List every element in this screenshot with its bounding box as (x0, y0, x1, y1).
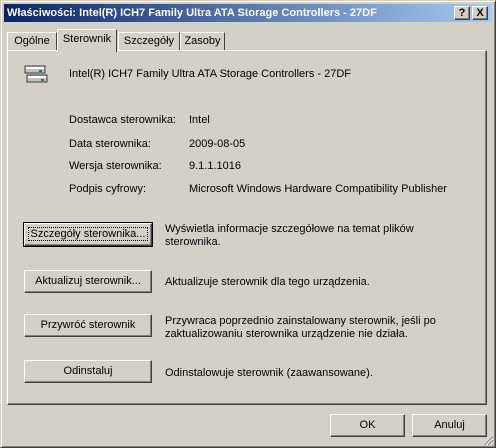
roll-back-driver-description: Przywraca poprzednio zainstalowany stero… (165, 315, 436, 340)
help-button[interactable]: ? (454, 6, 470, 20)
device-name: Intel(R) ICH7 Family Ultra ATA Storage C… (69, 68, 352, 80)
roll-back-driver-button[interactable]: Przywróć sterownik (24, 314, 152, 337)
digital-signer-value: Microsoft Windows Hardware Compatibility… (189, 183, 447, 195)
driver-details-button-label: Szczegóły sterownika... (27, 227, 149, 241)
tab-details[interactable]: Szczegóły (118, 32, 180, 51)
title-bar[interactable]: Właściwości: Intel(R) ICH7 Family Ultra … (4, 4, 492, 22)
close-button[interactable]: X (472, 6, 488, 20)
tab-general[interactable]: Ogólne (7, 32, 57, 51)
cancel-button[interactable]: Anuluj (412, 414, 487, 437)
driver-details-button[interactable]: Szczegóły sterownika... (23, 222, 153, 247)
storage-controller-icon (24, 65, 48, 83)
window-title: Właściwości: Intel(R) ICH7 Family Ultra … (7, 7, 377, 19)
digital-signer-label: Podpis cyfrowy: (69, 183, 147, 195)
driver-version-value: 9.1.1.1016 (189, 160, 241, 172)
resize-grip-icon[interactable] (482, 434, 494, 446)
driver-date-label: Data sterownika: (69, 138, 151, 150)
tab-driver[interactable]: Sterownik (57, 29, 117, 52)
driver-provider-value: Intel (189, 114, 210, 126)
driver-date-value: 2009-08-05 (189, 138, 246, 150)
ok-button[interactable]: OK (330, 414, 405, 437)
update-driver-button[interactable]: Aktualizuj sterownik... (24, 270, 152, 293)
uninstall-button[interactable]: Odinstaluj (24, 360, 152, 383)
tab-resources[interactable]: Zasoby (180, 32, 225, 51)
driver-details-description: Wyświetla informacje szczegółowe na tema… (165, 223, 414, 248)
driver-provider-label: Dostawca sterownika: (69, 114, 176, 126)
update-driver-description: Aktualizuje sterownik dla tego urządzeni… (165, 276, 370, 288)
uninstall-description: Odinstalowuje sterownik (zaawansowane). (165, 367, 373, 379)
driver-version-label: Wersja sterownika: (69, 160, 162, 172)
